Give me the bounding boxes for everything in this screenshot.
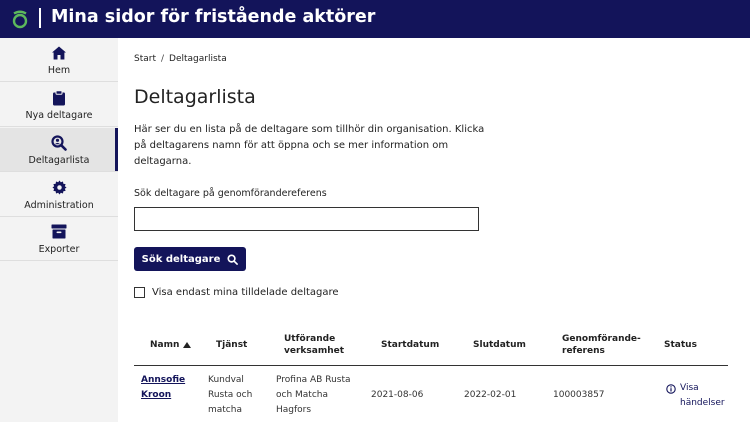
assigned-filter-checkbox[interactable] — [134, 287, 145, 298]
breadcrumb-current: Deltagarlista — [169, 54, 227, 64]
search-button[interactable]: Sök deltagare — [134, 247, 246, 271]
cell-service-line3: matcha — [208, 405, 242, 415]
breadcrumb: Start / Deltagarlista — [134, 54, 227, 64]
cell-end-date: 2022-02-01 — [464, 390, 517, 400]
sidebar-item-new-participants[interactable]: Nya deltagare — [0, 83, 118, 127]
column-header-service: Tjänst — [216, 340, 248, 350]
sidebar-item-label: Administration — [24, 200, 94, 211]
archive-icon — [0, 224, 118, 240]
breadcrumb-start-link[interactable]: Start — [134, 54, 156, 64]
sidebar-item-home[interactable]: Hem — [0, 38, 118, 82]
sort-ascending-icon — [183, 342, 192, 348]
show-events-line1: Visa — [680, 383, 699, 393]
sidebar-item-label: Nya deltagare — [25, 110, 93, 121]
column-header-reference-line1: Genomförande- — [562, 334, 641, 344]
column-header-reference-line2: referens — [562, 346, 605, 356]
search-label: Sök deltagare på genomförandereferens — [134, 188, 327, 199]
breadcrumb-separator: / — [161, 54, 165, 64]
main-content: Start / Deltagarlista Deltagarlista Här se… — [118, 38, 750, 422]
column-header-name[interactable]: Namn — [150, 339, 192, 351]
column-header-provider-line2: verksamhet — [284, 346, 345, 356]
home-icon — [0, 45, 118, 61]
cell-provider-line2: och Matcha — [276, 390, 328, 400]
show-events-link[interactable]: Visa händelser — [666, 381, 725, 411]
search-button-label: Sök deltagare — [141, 253, 221, 265]
show-events-line2: händelser — [680, 398, 725, 408]
sidebar-item-label: Hem — [47, 65, 71, 76]
info-icon — [666, 384, 676, 394]
app-title: Mina sidor för fristående aktörer — [51, 7, 376, 27]
column-header-name-label: Namn — [150, 340, 180, 350]
cell-service-line1: Kundval — [208, 375, 244, 385]
cell-provider-line1: Profina AB Rusta — [276, 375, 351, 385]
sidebar: Hem Nya deltagare Deltagarlista Administ… — [0, 38, 118, 422]
sidebar-item-label: Deltagarlista — [28, 155, 90, 166]
page-intro: Här ser du en lista på de deltagare som … — [134, 124, 485, 167]
search-input[interactable] — [134, 207, 479, 231]
column-header-provider: Utförande verksamhet — [284, 333, 344, 357]
search-icon — [227, 253, 239, 265]
clipboard-icon — [0, 90, 118, 106]
cell-provider: Profina AB Rusta och Matcha Hagfors — [276, 373, 351, 418]
logo-icon — [12, 10, 28, 29]
cell-provider-line3: Hagfors — [276, 405, 312, 415]
column-header-reference: Genomförande- referens — [562, 333, 641, 357]
participant-first-name: Annsofie — [141, 375, 186, 385]
sidebar-item-participant-list[interactable]: Deltagarlista — [0, 128, 118, 172]
column-header-provider-line1: Utförande — [284, 334, 336, 344]
topbar-divider — [39, 8, 41, 28]
participant-last-name: Kroon — [141, 390, 172, 400]
column-header-status: Status — [664, 340, 697, 350]
participant-name-link[interactable]: Annsofie Kroon — [141, 373, 185, 403]
page-title: Deltagarlista — [134, 86, 256, 108]
search-person-icon — [0, 135, 118, 151]
table-header-divider — [134, 365, 728, 366]
column-header-end-date: Slutdatum — [473, 340, 526, 350]
top-bar: Mina sidor för fristående aktörer — [0, 0, 750, 38]
cell-service-line2: Rusta och — [208, 390, 253, 400]
assigned-filter[interactable]: Visa endast mina tilldelade deltagare — [134, 287, 339, 298]
assigned-filter-label: Visa endast mina tilldelade deltagare — [152, 287, 339, 298]
cell-start-date: 2021-08-06 — [371, 390, 424, 400]
cell-service: Kundval Rusta och matcha — [208, 373, 252, 418]
sidebar-item-label: Exporter — [38, 244, 80, 255]
sidebar-item-administration[interactable]: Administration — [0, 173, 118, 217]
sidebar-item-exports[interactable]: Exporter — [0, 217, 118, 261]
column-header-start-date: Startdatum — [381, 340, 440, 350]
cell-reference: 100003857 — [553, 390, 605, 400]
gear-icon — [0, 180, 118, 196]
